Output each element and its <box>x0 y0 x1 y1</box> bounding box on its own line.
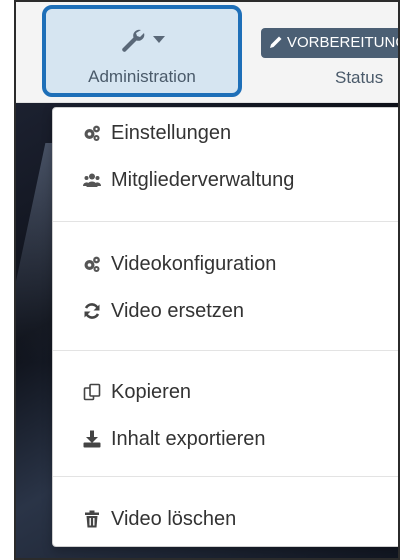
menu-divider <box>53 221 398 222</box>
menu-item-video-loeschen[interactable]: Video löschen <box>53 499 398 539</box>
menu-item-label: Video ersetzen <box>111 300 245 322</box>
administration-label: Administration <box>88 67 196 86</box>
copy-icon <box>83 383 101 401</box>
menu-item-mitgliederverwaltung[interactable]: Mitgliederverwaltung <box>53 160 398 200</box>
users-icon <box>83 173 101 187</box>
menu-item-label: Kopieren <box>111 381 192 403</box>
administration-button[interactable]: Administration <box>42 5 242 97</box>
refresh-icon <box>84 303 100 319</box>
menu-item-kopieren[interactable]: Kopieren <box>53 372 398 412</box>
app-frame: Administration VORBEREITUNG Status Einst… <box>14 0 400 560</box>
cogs-icon <box>84 125 100 141</box>
menu-item-video-ersetzen[interactable]: Video ersetzen <box>53 291 398 331</box>
administration-dropdown-menu: Einstellungen Mitgliederverwaltung Video… <box>52 107 398 547</box>
download-icon <box>83 430 101 448</box>
menu-item-label: Inhalt exportieren <box>111 428 266 450</box>
menu-item-label: Video löschen <box>111 508 237 530</box>
status-section: VORBEREITUNG Status <box>261 0 400 100</box>
menu-item-einstellungen[interactable]: Einstellungen <box>53 113 398 153</box>
status-badge[interactable]: VORBEREITUNG <box>261 28 400 58</box>
caret-down-icon <box>152 36 165 43</box>
menu-item-label: Einstellungen <box>111 122 232 144</box>
status-badge-text: VORBEREITUNG <box>287 34 400 51</box>
menu-item-label: Videokonfiguration <box>111 253 277 275</box>
pencil-icon <box>270 36 282 48</box>
administration-icons <box>46 27 238 53</box>
cogs-icon <box>84 256 100 272</box>
menu-divider <box>53 350 398 351</box>
menu-item-inhalt-exportieren[interactable]: Inhalt exportieren <box>53 419 398 459</box>
status-label: Status <box>335 68 384 87</box>
trash-icon <box>85 510 99 528</box>
wrench-icon <box>122 29 145 52</box>
menu-item-videokonfiguration[interactable]: Videokonfiguration <box>53 244 398 284</box>
menu-divider <box>53 476 398 477</box>
menu-item-label: Mitgliederverwaltung <box>111 169 295 191</box>
